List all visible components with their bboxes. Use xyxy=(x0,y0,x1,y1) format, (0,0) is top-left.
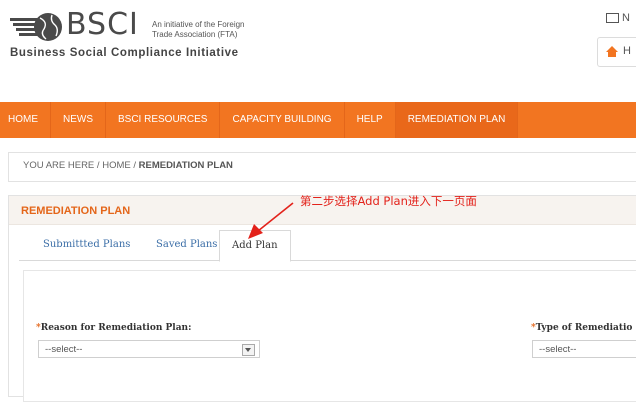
tab-saved-plans[interactable]: Saved Plans xyxy=(144,230,229,259)
breadcrumb: YOU ARE HERE / HOME / REMEDIATION PLAN xyxy=(8,152,636,182)
add-plan-form: *Reason for Remediation Plan: --select--… xyxy=(23,270,636,402)
home-button[interactable]: H xyxy=(597,37,636,67)
nav-item-bsci-resources[interactable]: BSCI RESOURCES xyxy=(106,102,221,138)
mail-link[interactable]: N xyxy=(606,12,630,24)
breadcrumb-current: REMEDIATION PLAN xyxy=(138,160,233,171)
breadcrumb-trail: YOU ARE HERE / HOME / REMEDIATION PLAN xyxy=(23,160,233,171)
bsci-globe-logo-icon xyxy=(10,13,62,41)
type-field-label: *Type of Remediatio xyxy=(531,323,632,333)
home-icon xyxy=(606,46,618,57)
panel-title: REMEDIATION PLAN xyxy=(21,205,131,217)
logo-subtitle: Business Social Compliance Initiative xyxy=(10,47,239,59)
logo-tagline-line-2: Trade Association (FTA) xyxy=(152,30,238,39)
breadcrumb-prefix: YOU ARE HERE xyxy=(23,160,95,171)
nav-item-home[interactable]: HOME xyxy=(0,102,51,138)
mail-label: N xyxy=(622,12,630,24)
reason-select-value: --select-- xyxy=(45,344,83,355)
breadcrumb-home-link[interactable]: HOME xyxy=(102,160,131,171)
nav-item-help[interactable]: HELP xyxy=(345,102,396,138)
logo-tagline-line-1: An initiative of the Foreign xyxy=(152,20,245,29)
reason-select[interactable]: --select-- xyxy=(38,340,260,358)
logo-tagline: An initiative of the Foreign Trade Assoc… xyxy=(152,20,245,40)
type-field-label-text: Type of Remediatio xyxy=(535,323,633,333)
tab-add-plan[interactable]: Add Plan xyxy=(219,230,291,262)
reason-field-label-text: Reason for Remediation Plan: xyxy=(40,323,192,333)
type-select[interactable]: --select-- xyxy=(532,340,636,358)
plan-tabs: Submittted Plans Saved Plans Add Plan xyxy=(19,230,636,262)
nav-item-news[interactable]: NEWS xyxy=(51,102,106,138)
reason-field-label: *Reason for Remediation Plan: xyxy=(36,323,191,333)
type-select-value: --select-- xyxy=(539,344,577,355)
annotation-text: 第二步选择Add Plan进入下一页面 xyxy=(300,194,477,208)
main-nav: HOME NEWS BSCI RESOURCES CAPACITY BUILDI… xyxy=(0,102,636,138)
home-button-label: H xyxy=(623,45,631,57)
tab-submitted-plans[interactable]: Submittted Plans xyxy=(31,230,142,259)
mail-icon xyxy=(606,13,619,24)
nav-item-capacity-building[interactable]: CAPACITY BUILDING xyxy=(220,102,345,138)
site-header: BSCI An initiative of the Foreign Trade … xyxy=(0,0,636,102)
nav-item-remediation-plan[interactable]: REMEDIATION PLAN xyxy=(395,102,519,138)
logo-wordmark: BSCI xyxy=(66,7,139,42)
remediation-panel: REMEDIATION PLAN Submittted Plans Saved … xyxy=(8,195,636,402)
chevron-down-icon xyxy=(242,344,255,356)
